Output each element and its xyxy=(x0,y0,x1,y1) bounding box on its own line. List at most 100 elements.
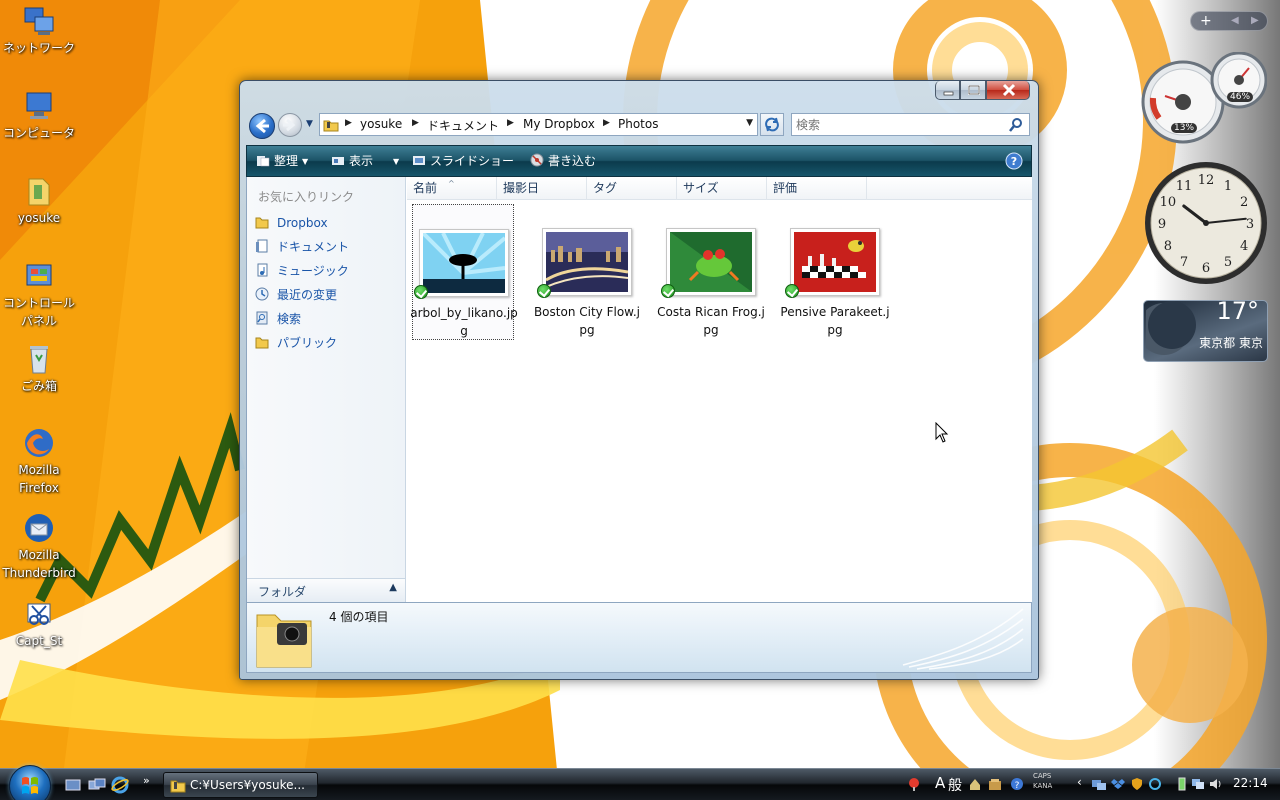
views-dropdown-arrow[interactable]: ▼ xyxy=(389,153,399,171)
sort-ascending-icon: ^ xyxy=(448,179,455,188)
system-clock[interactable]: 22:14 xyxy=(1233,776,1268,790)
ime-tool-icon[interactable] xyxy=(968,777,982,791)
nav-link-search[interactable]: 検索 xyxy=(255,309,400,329)
maximize-button[interactable] xyxy=(960,81,986,100)
column-header-name[interactable]: 名前 ^ xyxy=(407,177,497,200)
breadcrumb-documents[interactable]: ドキュメント xyxy=(427,117,499,134)
desktop-icon-computer[interactable]: コンピュータ xyxy=(0,90,78,142)
show-hidden-icons-chevron[interactable]: ‹ xyxy=(1077,775,1082,789)
dropdown-arrow-icon: ▼ xyxy=(302,157,309,166)
weather-gadget[interactable]: 17° 東京都 東京 xyxy=(1143,297,1268,362)
breadcrumb-my-dropbox[interactable]: My Dropbox xyxy=(523,117,595,131)
search-box[interactable] xyxy=(791,113,1030,136)
dropbox-tray-icon[interactable] xyxy=(1111,777,1125,791)
file-item-costa-rican-frog[interactable]: Costa Rican Frog.jpg xyxy=(657,204,765,340)
nav-link-label: 検索 xyxy=(277,312,302,326)
sidebar-controls: + ◀ ▶ xyxy=(1190,11,1268,31)
clock-gadget[interactable]: 12 1 2 3 4 5 6 7 8 9 10 11 xyxy=(1143,160,1269,286)
desktop-icon-thunderbird[interactable]: Mozilla Thunderbird xyxy=(0,512,78,582)
next-page-button[interactable]: ▶ xyxy=(1251,12,1259,30)
breadcrumb-separator[interactable]: ▶ xyxy=(412,118,419,128)
desktop-icon-control-panel[interactable]: コントロール パネル xyxy=(0,260,78,330)
folders-toggle[interactable]: フォルダ ▲ xyxy=(247,578,405,602)
close-button[interactable] xyxy=(986,81,1030,100)
slideshow-icon xyxy=(412,155,426,167)
desktop-icon-label: ネットワーク xyxy=(2,41,75,55)
breadcrumb-separator[interactable]: ▶ xyxy=(603,118,610,128)
thumbnail xyxy=(790,228,880,296)
nav-link-public[interactable]: パブリック xyxy=(255,333,400,353)
forward-button[interactable] xyxy=(278,113,302,137)
windows-logo-icon xyxy=(22,777,38,794)
desktop-icon-firefox[interactable]: Mozilla Firefox xyxy=(0,427,78,497)
quick-launch-overflow-icon[interactable]: » xyxy=(143,774,150,787)
breadcrumb-separator[interactable]: ▶ xyxy=(345,118,352,128)
nav-link-recent-changes[interactable]: 最近の変更 xyxy=(255,285,400,305)
ime-dictionary-icon[interactable] xyxy=(988,777,1002,791)
network-tray-icon[interactable] xyxy=(1091,777,1106,791)
column-header-tags[interactable]: タグ xyxy=(587,177,677,200)
back-button[interactable] xyxy=(249,113,275,139)
address-history-dropdown[interactable]: ▼ xyxy=(746,118,753,128)
column-header-date-taken[interactable]: 撮影日 xyxy=(497,177,587,200)
nav-link-label: 最近の変更 xyxy=(277,288,338,302)
nav-link-label: ドキュメント xyxy=(277,240,350,254)
battery-icon[interactable] xyxy=(1175,777,1189,791)
breadcrumb-yosuke[interactable]: yosuke xyxy=(360,117,402,131)
help-icon[interactable]: ? xyxy=(1010,777,1024,791)
add-gadget-button[interactable]: + xyxy=(1200,12,1212,30)
column-header-rating[interactable]: 評価 xyxy=(767,177,867,200)
desktop-icon-network[interactable]: ネットワーク xyxy=(0,5,78,57)
start-button[interactable] xyxy=(9,765,51,800)
help-icon[interactable]: ? xyxy=(1005,152,1023,170)
security-shield-icon[interactable] xyxy=(1130,777,1144,791)
volume-icon[interactable] xyxy=(1208,777,1222,791)
desktop-icon-capt-st[interactable]: Capt_St xyxy=(0,598,78,650)
breadcrumb-photos[interactable]: Photos xyxy=(618,117,658,131)
breadcrumb-separator[interactable]: ▶ xyxy=(507,118,514,128)
minimize-button[interactable] xyxy=(935,81,960,100)
burn-button[interactable]: 書き込む xyxy=(530,153,596,171)
file-item-boston-city-flow[interactable]: Boston City Flow.jpg xyxy=(534,204,640,340)
refresh-button[interactable] xyxy=(760,113,784,136)
file-item-arbol[interactable]: arbol_by_likano.jpg xyxy=(410,204,518,340)
desktop-icon-user-folder[interactable]: yosuke xyxy=(0,175,78,227)
address-bar[interactable]: ▶ yosuke ▶ ドキュメント ▶ My Dropbox ▶ Photos … xyxy=(319,113,758,136)
switch-windows-icon[interactable] xyxy=(88,776,106,794)
network-status-icon[interactable] xyxy=(1191,777,1205,791)
organize-menu-button[interactable]: 整理 ▼ xyxy=(256,153,308,171)
user-folder-icon xyxy=(22,175,56,207)
desktop-icon-label: コンピュータ xyxy=(2,126,75,140)
previous-page-button[interactable]: ◀ xyxy=(1231,12,1239,30)
slideshow-button[interactable]: スライドショー xyxy=(412,153,514,171)
show-desktop-icon[interactable] xyxy=(64,776,82,794)
cpu-meter-gadget[interactable]: 13% 46% xyxy=(1141,51,1268,144)
nav-link-music[interactable]: ミュージック xyxy=(255,261,400,281)
clock-numeral: 10 xyxy=(1160,195,1177,210)
sync-tray-icon[interactable] xyxy=(1148,777,1162,791)
recent-changes-icon xyxy=(255,287,269,301)
search-icon[interactable] xyxy=(1008,117,1024,133)
search-input[interactable] xyxy=(796,116,1001,133)
notification-alert-icon[interactable] xyxy=(907,777,921,791)
kana-lock-indicator: KANA xyxy=(1033,782,1053,790)
ime-input-mode[interactable]: 般 xyxy=(948,775,962,795)
taskbar-button-explorer[interactable]: C:¥Users¥yosuke... xyxy=(163,772,318,798)
file-item-pensive-parakeet[interactable]: Pensive Parakeet.jpg xyxy=(780,204,890,340)
file-name: Boston City Flow.jpg xyxy=(533,305,641,337)
views-menu-button[interactable]: 表示 xyxy=(331,153,373,171)
recent-pages-dropdown[interactable]: ▼ xyxy=(306,119,313,129)
clock-numeral: 12 xyxy=(1198,173,1215,188)
nav-link-dropbox[interactable]: Dropbox xyxy=(255,213,400,233)
explorer-window[interactable]: ▼ ▶ yosuke ▶ ドキュメント ▶ My Dropbox ▶ Photo… xyxy=(239,80,1039,680)
desktop-icon-label: yosuke xyxy=(17,211,61,225)
file-list-pane[interactable]: 名前 ^ 撮影日 タグ サイズ 評価 arbol_by_likano.jpg B… xyxy=(407,177,1032,602)
desktop-icon-recycle-bin[interactable]: ごみ箱 xyxy=(0,343,78,395)
column-header-size[interactable]: サイズ xyxy=(677,177,767,200)
nav-link-documents[interactable]: ドキュメント xyxy=(255,237,400,257)
firefox-icon xyxy=(22,427,56,459)
nav-link-label: ミュージック xyxy=(277,264,349,278)
internet-explorer-icon[interactable] xyxy=(111,776,129,794)
ime-mode-indicator[interactable]: A xyxy=(935,774,945,792)
sync-status-icon xyxy=(414,285,428,299)
